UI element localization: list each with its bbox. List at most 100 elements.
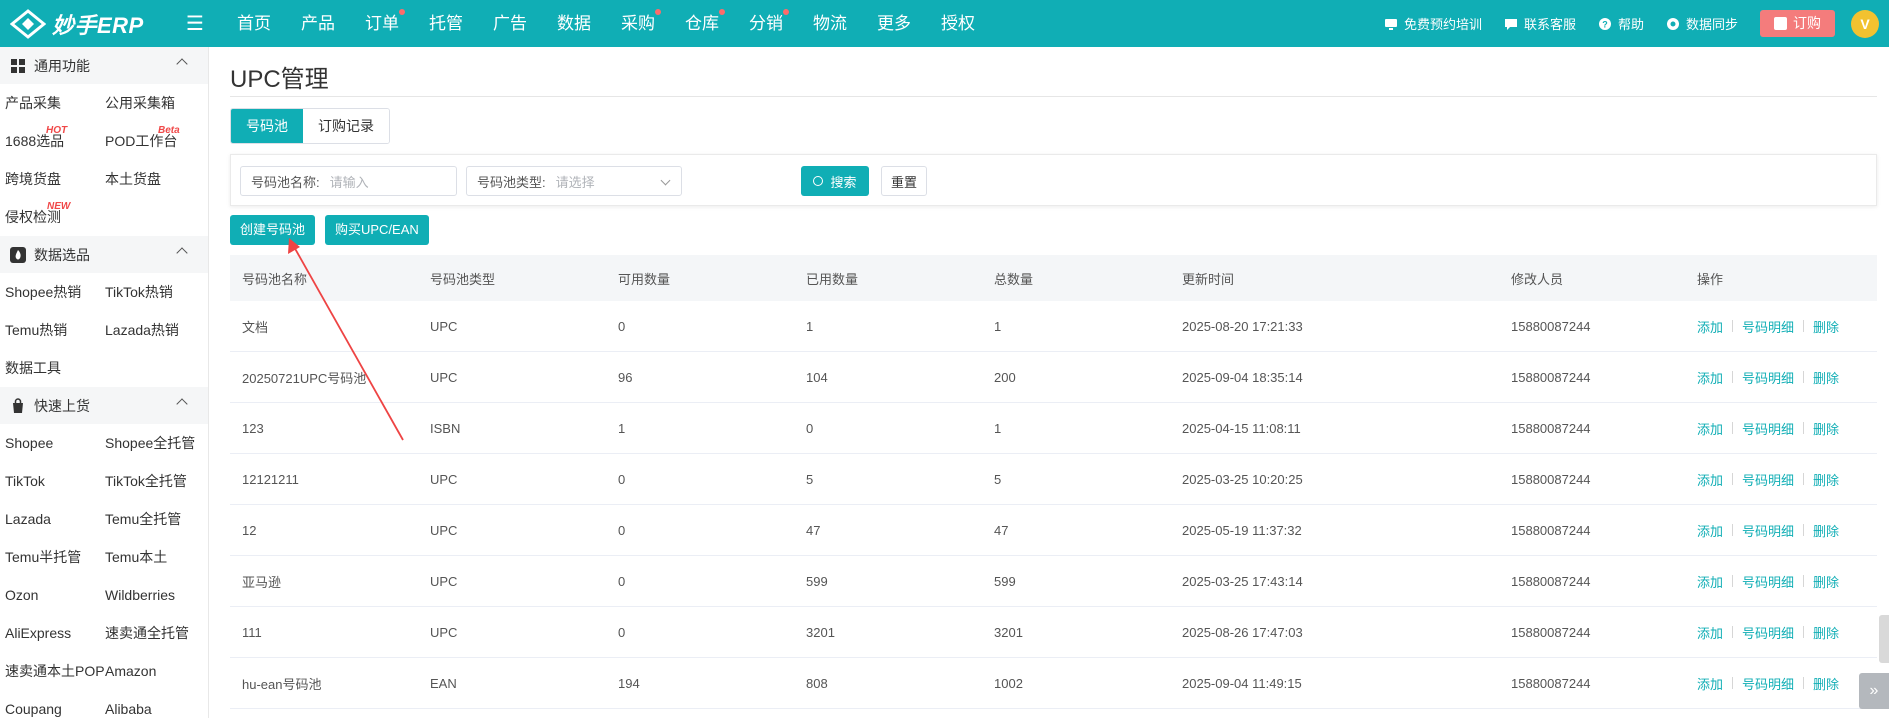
brand-logo[interactable]: 妙手ERP [0, 8, 180, 40]
delete-link[interactable]: 删除 [1813, 317, 1839, 336]
table-cell: 文档 [242, 319, 269, 335]
add-link[interactable]: 添加 [1697, 419, 1723, 438]
add-link[interactable]: 添加 [1697, 623, 1723, 642]
delete-link[interactable]: 删除 [1813, 419, 1839, 438]
expand-panel-button[interactable]: » [1859, 673, 1889, 709]
chevron-up-icon[interactable] [176, 398, 188, 410]
sidebar-item[interactable]: Shopee热销 [0, 273, 100, 311]
sidebar-item[interactable]: 速卖通全托管 [100, 614, 208, 652]
nav-item[interactable]: 仓库 [670, 0, 734, 47]
sidebar-item[interactable]: 本土货盘 [100, 160, 208, 198]
add-link[interactable]: 添加 [1697, 572, 1723, 591]
sidebar-item[interactable]: Temu全托管 [100, 500, 208, 538]
table-cell: 808 [806, 675, 828, 691]
sidebar-item[interactable]: TikTok全托管 [100, 462, 208, 500]
add-link[interactable]: 添加 [1697, 317, 1723, 336]
number-details-link[interactable]: 号码明细 [1742, 419, 1794, 438]
nav-item[interactable]: 托管 [414, 0, 478, 47]
sidebar-group: 数据选品 Shopee热销 TikTok热销 Temu热销 Lazada热销 数据工具 [0, 236, 208, 387]
add-link[interactable]: 添加 [1697, 521, 1723, 540]
search-button[interactable]: 搜索 [801, 166, 869, 196]
help-link[interactable]: ? 帮助 [1598, 14, 1644, 33]
sidebar-item[interactable]: 侵权检测 NEW [0, 198, 100, 236]
sidebar-item[interactable]: Temu热销 [0, 311, 100, 349]
pool-name-label: 号码池名称: [251, 174, 320, 190]
sidebar-item[interactable]: Temu半托管 [0, 538, 100, 576]
pool-type-select[interactable]: 号码池类型: 请选择 [466, 166, 682, 196]
number-details-link[interactable]: 号码明细 [1742, 572, 1794, 591]
add-link[interactable]: 添加 [1697, 368, 1723, 387]
sidebar-item[interactable]: Temu本土 [100, 538, 208, 576]
add-link[interactable]: 添加 [1697, 674, 1723, 693]
sidebar-item[interactable]: Shopee全托管 [100, 424, 208, 462]
row-actions: 添加 号码明细 删除 [1687, 521, 1877, 540]
pool-name-input[interactable]: 号码池名称: 请输入 [240, 166, 457, 196]
create-pool-button[interactable]: 创建号码池 [230, 215, 316, 245]
sidebar-item[interactable]: AliExpress [0, 614, 100, 652]
training-link[interactable]: 免费预约培训 [1384, 14, 1482, 33]
nav-item[interactable]: 授权 [926, 0, 990, 47]
nav-item-label: 授权 [941, 14, 975, 33]
order-button[interactable]: 订购 [1760, 10, 1835, 37]
delete-link[interactable]: 删除 [1813, 368, 1839, 387]
sidebar-item[interactable]: Lazada [0, 500, 100, 538]
sidebar-item[interactable]: POD工作台 Beta [100, 122, 208, 160]
support-link[interactable]: 联系客服 [1504, 14, 1576, 33]
nav-item[interactable]: 首页 [222, 0, 286, 47]
nav-item[interactable]: 采购 [606, 0, 670, 47]
menu-toggle-icon[interactable]: ☰ [186, 14, 208, 34]
delete-link[interactable]: 删除 [1813, 623, 1839, 642]
delete-link[interactable]: 删除 [1813, 674, 1839, 693]
sidebar-item[interactable]: Lazada热销 [100, 311, 208, 349]
sidebar-group-header[interactable]: 快速上货 [0, 387, 208, 424]
number-details-link[interactable]: 号码明细 [1742, 317, 1794, 336]
sidebar-group-header[interactable]: 通用功能 [0, 47, 208, 84]
sidebar-item[interactable]: Shopee [0, 424, 100, 462]
sidebar-item[interactable]: 产品采集 [0, 84, 100, 122]
sidebar-item-label: Shopee全托管 [105, 435, 196, 451]
tab-number-pool[interactable]: 号码池 [231, 109, 303, 143]
delete-link[interactable]: 删除 [1813, 572, 1839, 591]
sidebar-item[interactable]: TikTok热销 [100, 273, 208, 311]
number-details-link[interactable]: 号码明细 [1742, 674, 1794, 693]
delete-link[interactable]: 删除 [1813, 521, 1839, 540]
nav-item[interactable]: 订单 [350, 0, 414, 47]
number-details-link[interactable]: 号码明细 [1742, 470, 1794, 489]
buy-upc-button[interactable]: 购买UPC/EAN [325, 215, 429, 245]
chevron-up-icon[interactable] [176, 247, 188, 259]
sidebar-item[interactable]: 公用采集箱 [100, 84, 208, 122]
table-cell: 0 [618, 318, 626, 334]
sidebar-item[interactable]: 数据工具 [0, 349, 100, 387]
nav-item[interactable]: 数据 [542, 0, 606, 47]
number-details-link[interactable]: 号码明细 [1742, 521, 1794, 540]
user-avatar[interactable]: V [1851, 9, 1879, 38]
sidebar-item[interactable]: 跨境货盘 [0, 160, 100, 198]
sidebar-item[interactable]: Ozon [0, 576, 100, 614]
sidebar-item[interactable]: Alibaba [100, 690, 208, 718]
sidebar-group-header[interactable]: 数据选品 [0, 236, 208, 273]
sync-link[interactable]: 数据同步 [1666, 14, 1738, 33]
sidebar-item[interactable]: 速卖通本土POP [0, 652, 105, 690]
reset-button[interactable]: 重置 [881, 166, 927, 196]
sync-icon [1666, 17, 1679, 30]
nav-item[interactable]: 物流 [798, 0, 862, 47]
tab-order-records[interactable]: 订购记录 [303, 109, 389, 143]
nav-item[interactable]: 更多 [862, 0, 926, 47]
number-details-link[interactable]: 号码明细 [1742, 368, 1794, 387]
sidebar-item[interactable]: Wildberries [100, 576, 208, 614]
nav-item[interactable]: 广告 [478, 0, 542, 47]
chevron-up-icon[interactable] [176, 58, 188, 70]
sidebar-item-label: 产品采集 [5, 95, 61, 111]
table-cell: UPC [430, 624, 458, 640]
help-label: 帮助 [1617, 17, 1644, 32]
scrollbar-thumb[interactable] [1879, 615, 1889, 663]
sidebar-item[interactable]: TikTok [0, 462, 100, 500]
sidebar-item[interactable]: Amazon [100, 652, 208, 690]
sidebar-item[interactable]: Coupang [0, 690, 100, 718]
sidebar-item[interactable]: 1688选品 HOT [0, 122, 100, 160]
delete-link[interactable]: 删除 [1813, 470, 1839, 489]
add-link[interactable]: 添加 [1697, 470, 1723, 489]
nav-item[interactable]: 分销 [734, 0, 798, 47]
nav-item[interactable]: 产品 [286, 0, 350, 47]
number-details-link[interactable]: 号码明细 [1742, 623, 1794, 642]
